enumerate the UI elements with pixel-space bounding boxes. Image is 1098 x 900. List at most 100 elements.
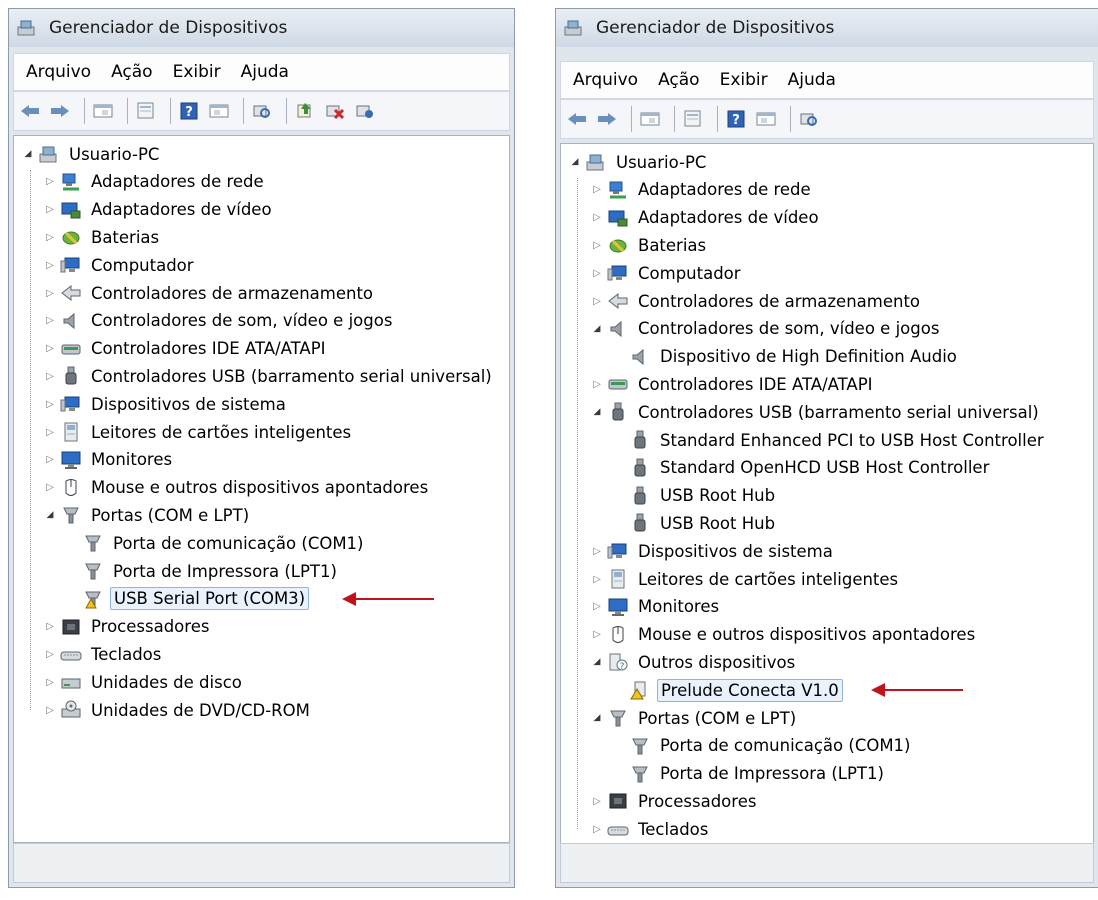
tree-category-node[interactable]: ▷ Adaptadores de vídeo xyxy=(44,198,275,222)
tree-category-node[interactable]: ▷ Leitores de cartões inteligentes xyxy=(44,420,354,444)
tree-category-node[interactable]: ▷ Controladores de som, vídeo e jogos xyxy=(44,309,395,333)
expand-triangle-icon[interactable]: ▷ xyxy=(44,176,56,188)
tree-device-node[interactable]: Porta de Impressora (LPT1) xyxy=(613,762,887,786)
tree-category-node[interactable]: ▷ Adaptadores de rede xyxy=(44,170,267,194)
expand-triangle-icon[interactable]: ▷ xyxy=(44,398,56,410)
scan-hardware-icon[interactable] xyxy=(797,108,821,130)
expand-triangle-icon[interactable]: ▷ xyxy=(591,573,603,585)
properties-icon[interactable] xyxy=(134,100,158,122)
tree-device-node[interactable]: Porta de comunicação (COM1) xyxy=(66,531,367,555)
action-pane-icon[interactable] xyxy=(207,100,231,122)
collapse-triangle-icon[interactable]: ◢ xyxy=(591,656,603,668)
expand-triangle-icon[interactable]: ▷ xyxy=(44,370,56,382)
title-bar[interactable]: Gerenciador de Dispositivos xyxy=(9,9,514,47)
expand-triangle-icon[interactable]: ▷ xyxy=(591,378,603,390)
tree-category-node[interactable]: ◢ Controladores USB (barramento serial un… xyxy=(591,400,1042,424)
tree-category-node[interactable]: ▷ Processadores xyxy=(591,789,759,813)
tree-category-node[interactable]: ▷ Dispositivos de sistema xyxy=(591,539,836,563)
tree-category-node[interactable]: ▷ Processadores xyxy=(44,615,212,639)
menu-arquivo[interactable]: Arquivo xyxy=(571,68,640,92)
tree-category-node[interactable]: ▷ Computador xyxy=(44,253,197,277)
expand-triangle-icon[interactable]: ▷ xyxy=(44,482,56,494)
scan-hardware-icon[interactable] xyxy=(250,100,274,122)
tree-category-node[interactable]: ▷ Monitores xyxy=(44,448,175,472)
tree-category-node[interactable]: ◢ Controladores de som, vídeo e jogos xyxy=(591,317,942,341)
tree-category-node[interactable]: ▷ Unidades de disco xyxy=(44,670,245,694)
expand-triangle-icon[interactable]: ▷ xyxy=(591,295,603,307)
tree-category-node[interactable]: ▷ Adaptadores de vídeo xyxy=(591,206,822,230)
forward-arrow-icon[interactable] xyxy=(48,100,72,122)
collapse-triangle-icon[interactable]: ◢ xyxy=(591,406,603,418)
tree-category-node[interactable]: ▷ Controladores IDE ATA/ATAPI xyxy=(44,337,329,361)
tree-category-node[interactable]: ▷ Mouse e outros dispositivos apontadores xyxy=(591,623,978,647)
forward-arrow-icon[interactable] xyxy=(595,108,619,130)
tree-category-node[interactable]: ▷ Unidades de DVD/CD-ROM xyxy=(44,698,313,722)
properties-icon[interactable] xyxy=(681,108,705,130)
expand-triangle-icon[interactable]: ▷ xyxy=(44,704,56,716)
expand-triangle-icon[interactable]: ▷ xyxy=(44,315,56,327)
tree-category-node[interactable]: ▷ Controladores IDE ATA/ATAPI xyxy=(591,372,876,396)
menu-acao[interactable]: Ação xyxy=(656,68,702,92)
tree-category-node[interactable]: ▷ Leitores de cartões inteligentes xyxy=(591,567,901,591)
back-arrow-icon[interactable] xyxy=(18,100,42,122)
tree-category-node[interactable]: ◢ Portas (COM e LPT) xyxy=(591,706,799,730)
expand-triangle-icon[interactable]: ▷ xyxy=(591,795,603,807)
expand-triangle-icon[interactable]: ▷ xyxy=(591,823,603,835)
enable-device-icon[interactable] xyxy=(353,100,377,122)
tree-device-node[interactable]: Dispositivo de High Definition Audio xyxy=(613,345,960,369)
tree-category-node[interactable]: ▷ Controladores USB (barramento serial un… xyxy=(44,364,495,388)
tree-root-node[interactable]: ◢ Usuario-PC xyxy=(569,150,709,174)
tree-root-node[interactable]: ◢ Usuario-PC xyxy=(22,142,162,166)
expand-triangle-icon[interactable]: ▷ xyxy=(44,259,56,271)
tree-device-node[interactable]: Standard Enhanced PCI to USB Host Contro… xyxy=(613,428,1047,452)
tree-device-node[interactable]: USB Root Hub xyxy=(613,511,778,535)
collapse-triangle-icon[interactable]: ◢ xyxy=(44,509,56,521)
update-driver-icon[interactable] xyxy=(293,100,317,122)
collapse-triangle-icon[interactable]: ◢ xyxy=(591,323,603,335)
expand-triangle-icon[interactable]: ▷ xyxy=(591,601,603,613)
tree-category-node[interactable]: ▷ Teclados xyxy=(591,817,711,841)
expand-triangle-icon[interactable]: ▷ xyxy=(44,426,56,438)
back-arrow-icon[interactable] xyxy=(565,108,589,130)
expand-triangle-icon[interactable]: ▷ xyxy=(44,343,56,355)
tree-device-node[interactable]: Porta de Impressora (LPT1) xyxy=(66,559,340,583)
expand-triangle-icon[interactable]: ▷ xyxy=(591,267,603,279)
tree-category-node[interactable]: ▷ Computador xyxy=(591,261,744,285)
tree-category-node[interactable]: ▷ Controladores de armazenamento xyxy=(591,289,923,313)
collapse-triangle-icon[interactable]: ◢ xyxy=(569,156,581,168)
tree-device-node[interactable]: USB Root Hub xyxy=(613,484,778,508)
tree-category-node[interactable]: ▷ Baterias xyxy=(44,225,162,249)
menu-ajuda[interactable]: Ajuda xyxy=(239,60,291,84)
expand-triangle-icon[interactable]: ▷ xyxy=(44,648,56,660)
tree-category-node[interactable]: ◢ Portas (COM e LPT) xyxy=(44,503,252,527)
help-icon[interactable]: ? xyxy=(724,108,748,130)
menu-exibir[interactable]: Exibir xyxy=(718,68,770,92)
title-bar[interactable]: Gerenciador de Dispositivos xyxy=(556,9,1098,47)
tree-device-node[interactable]: Porta de comunicação (COM1) xyxy=(613,734,914,758)
expand-triangle-icon[interactable]: ▷ xyxy=(44,231,56,243)
expand-triangle-icon[interactable]: ▷ xyxy=(591,239,603,251)
expand-triangle-icon[interactable]: ▷ xyxy=(44,204,56,216)
action-pane-icon[interactable] xyxy=(754,108,778,130)
expand-triangle-icon[interactable]: ▷ xyxy=(44,287,56,299)
menu-ajuda[interactable]: Ajuda xyxy=(786,68,838,92)
tree-category-node[interactable]: ▷ Adaptadores de rede xyxy=(591,178,814,202)
tree-category-node[interactable]: ▷ Mouse e outros dispositivos apontadores xyxy=(44,476,431,500)
expand-triangle-icon[interactable]: ▷ xyxy=(44,621,56,633)
uninstall-device-icon[interactable] xyxy=(323,100,347,122)
tree-device-node[interactable]: Prelude Conecta V1.0 xyxy=(613,678,843,702)
tree-device-node[interactable]: Standard OpenHCD USB Host Controller xyxy=(613,456,992,480)
tree-category-node[interactable]: ▷ Monitores xyxy=(591,595,722,619)
expand-triangle-icon[interactable]: ▷ xyxy=(591,184,603,196)
menu-exibir[interactable]: Exibir xyxy=(171,60,223,84)
menu-acao[interactable]: Ação xyxy=(109,60,155,84)
expand-triangle-icon[interactable]: ▷ xyxy=(591,545,603,557)
expand-triangle-icon[interactable]: ▷ xyxy=(591,629,603,641)
console-tree-icon[interactable] xyxy=(91,100,115,122)
expand-triangle-icon[interactable]: ▷ xyxy=(44,454,56,466)
collapse-triangle-icon[interactable]: ◢ xyxy=(591,712,603,724)
help-icon[interactable]: ? xyxy=(177,100,201,122)
tree-category-node[interactable]: ▷ Baterias xyxy=(591,233,709,257)
tree-category-node[interactable]: ▷ Dispositivos de sistema xyxy=(44,392,289,416)
tree-category-node[interactable]: ▷ Controladores de armazenamento xyxy=(44,281,376,305)
